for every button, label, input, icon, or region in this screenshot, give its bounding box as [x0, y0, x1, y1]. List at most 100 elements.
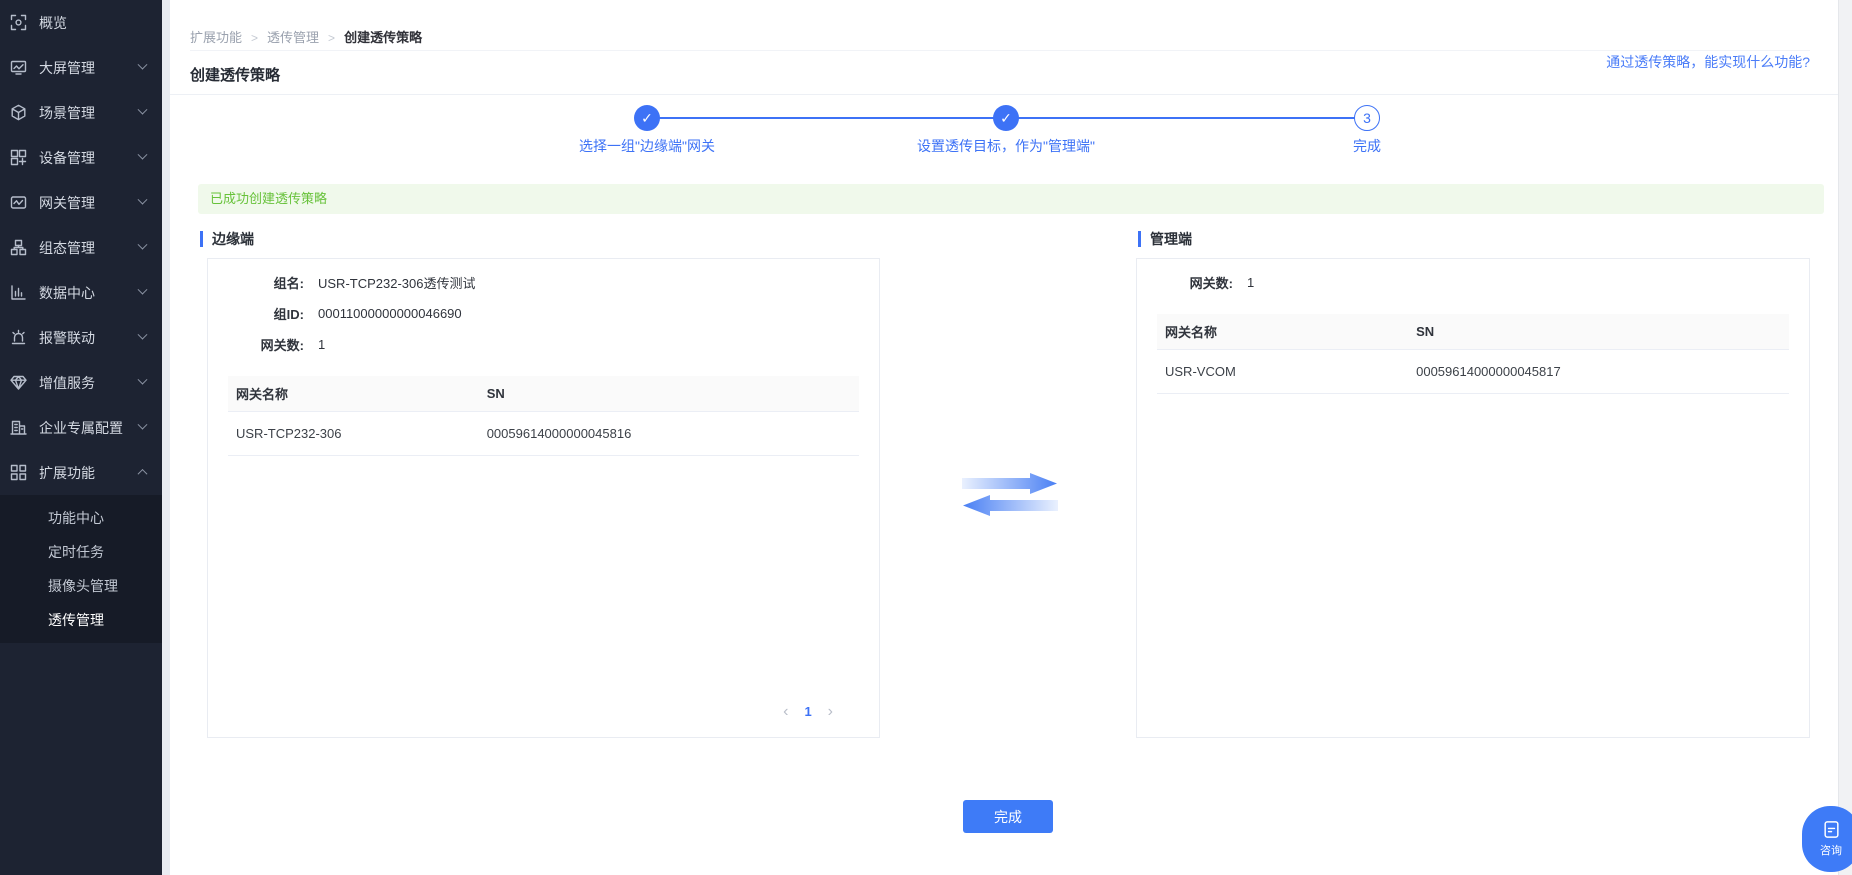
submenu-item-camera-mgmt[interactable]: 摄像头管理 [0, 569, 162, 603]
pagination: ‹ 1 › [783, 703, 833, 719]
sidebar-item-screen-mgmt[interactable]: 大屏管理 [0, 45, 162, 90]
alarm-icon [10, 329, 27, 346]
field-value: 1 [318, 337, 326, 352]
field-label: 组名: [273, 276, 304, 291]
scada-icon [10, 239, 27, 256]
sidebar-item-gateway-mgmt[interactable]: 网关管理 [0, 180, 162, 225]
chevron-down-icon [137, 329, 148, 340]
edge-section-title: 边缘端 [200, 231, 254, 247]
submenu-item-function-center[interactable]: 功能中心 [0, 501, 162, 535]
table-row: USR-VCOM 00059614000000045817 [1157, 350, 1789, 394]
step-3-label: 完成 [1353, 138, 1381, 154]
page-number[interactable]: 1 [804, 704, 811, 719]
transfer-arrows-icon [960, 470, 1060, 527]
step-2-check-icon: ✓ [993, 105, 1019, 131]
field-label: 网关数: [1189, 276, 1233, 291]
field-gateway-count: 网关数: 1 [208, 329, 879, 360]
step-1-check-icon: ✓ [634, 105, 660, 131]
chevron-down-icon [137, 374, 148, 385]
field-label: 网关数: [260, 338, 304, 353]
table-row: USR-TCP232-306 00059614000000045816 [228, 412, 859, 456]
col-sn: SN [1416, 324, 1435, 339]
scene-icon [10, 104, 27, 121]
device-icon [10, 149, 27, 166]
sidebar-item-label: 增值服务 [39, 374, 95, 391]
chevron-down-icon [137, 239, 148, 250]
breadcrumb-separator: > [328, 31, 336, 45]
finish-button[interactable]: 完成 [963, 800, 1053, 833]
chevron-down-icon [137, 104, 148, 115]
prev-page-icon[interactable]: ‹ [783, 703, 788, 719]
breadcrumb: 扩展功能 > 透传管理 > 创建透传策略 [190, 27, 422, 46]
sidebar-item-label: 组态管理 [39, 239, 95, 256]
gateway-icon [10, 194, 27, 211]
field-value: 1 [1247, 275, 1255, 290]
field-gateway-count: 网关数: 1 [1137, 267, 1809, 298]
sidebar-item-extensions[interactable]: 扩展功能 [0, 450, 162, 495]
sidebar-item-label: 扩展功能 [39, 464, 95, 481]
sidebar-item-value-added[interactable]: 增值服务 [0, 360, 162, 405]
chevron-up-icon [137, 468, 148, 479]
manage-fields: 网关数: 1 [1137, 259, 1809, 298]
field-value: 00011000000000046690 [318, 306, 462, 321]
chevron-down-icon [137, 194, 148, 205]
table-header-row: 网关名称 SN [228, 376, 859, 412]
screen-icon [10, 59, 27, 76]
breadcrumb-divider [190, 50, 1810, 51]
field-group-name: 组名: USR-TCP232-306透传测试 [208, 267, 879, 298]
step-1-label: 选择一组"边缘端"网关 [579, 138, 715, 154]
cell-gateway-name: USR-TCP232-306 [236, 426, 342, 441]
help-link[interactable]: 通过透传策略，能实现什么功能? [1606, 52, 1810, 72]
edge-panel: 组名: USR-TCP232-306透传测试 组ID: 000110000000… [207, 258, 880, 738]
next-page-icon[interactable]: › [828, 703, 833, 719]
cell-sn: 00059614000000045817 [1416, 364, 1561, 379]
breadcrumb-item[interactable]: 扩展功能 [190, 30, 242, 45]
sidebar-item-scada-mgmt[interactable]: 组态管理 [0, 225, 162, 270]
sidebar-item-enterprise-config[interactable]: 企业专属配置 [0, 405, 162, 450]
sidebar-item-device-mgmt[interactable]: 设备管理 [0, 135, 162, 180]
page-title: 创建透传策略 [190, 67, 281, 84]
header-divider [170, 94, 1838, 95]
col-sn: SN [486, 386, 505, 401]
gem-icon [10, 374, 27, 391]
sidebar-item-alarm-linkage[interactable]: 报警联动 [0, 315, 162, 360]
consult-floating-button[interactable]: 咨询 [1802, 806, 1852, 872]
submenu-item-passthrough-mgmt[interactable]: 透传管理 [0, 603, 162, 637]
manage-panel: 网关数: 1 网关名称 SN USR-VCOM 0005961400000004… [1136, 258, 1810, 738]
scrollbar[interactable] [1838, 0, 1852, 875]
col-gateway-name: 网关名称 [236, 387, 289, 402]
edge-gateway-table: 网关名称 SN USR-TCP232-306 00059614000000045… [228, 376, 859, 456]
cell-sn: 00059614000000045816 [486, 426, 632, 441]
field-group-id: 组ID: 00011000000000046690 [208, 298, 879, 329]
step-2-label: 设置透传目标，作为"管理端" [917, 138, 1095, 154]
breadcrumb-current: 创建透传策略 [344, 30, 423, 45]
col-gateway-name: 网关名称 [1165, 325, 1218, 340]
sidebar-item-label: 网关管理 [39, 194, 95, 211]
sidebar-item-scene-mgmt[interactable]: 场景管理 [0, 90, 162, 135]
consult-label: 咨询 [1820, 845, 1842, 857]
step-3-number: 3 [1354, 105, 1380, 131]
sidebar-item-label: 场景管理 [39, 104, 95, 121]
field-value: USR-TCP232-306透传测试 [318, 276, 476, 291]
sidebar-item-overview[interactable]: 概览 [0, 0, 162, 45]
submenu-item-scheduled-tasks[interactable]: 定时任务 [0, 535, 162, 569]
sidebar-item-data-center[interactable]: 数据中心 [0, 270, 162, 315]
cell-gateway-name: USR-VCOM [1165, 364, 1236, 379]
table-header-row: 网关名称 SN [1157, 314, 1789, 350]
sidebar: 概览 大屏管理 场景管理 设备管理 网关管理 组态管理 数据中心 报警联动 增值… [0, 0, 162, 875]
sidebar-item-label: 数据中心 [39, 284, 95, 301]
app-root: { "sidebar": { "items": [ {"label": "概览"… [0, 0, 1852, 875]
manage-section-title: 管理端 [1138, 231, 1192, 247]
chevron-down-icon [137, 284, 148, 295]
document-icon [1823, 821, 1839, 838]
extensions-submenu: 功能中心 定时任务 摄像头管理 透传管理 [0, 495, 162, 643]
data-center-icon [10, 284, 27, 301]
sidebar-item-label: 报警联动 [39, 329, 95, 346]
breadcrumb-separator: > [251, 31, 259, 45]
breadcrumb-item[interactable]: 透传管理 [267, 30, 319, 45]
edge-fields: 组名: USR-TCP232-306透传测试 组ID: 000110000000… [208, 259, 879, 360]
chevron-down-icon [137, 419, 148, 430]
grid-icon [10, 464, 27, 481]
building-icon [10, 419, 27, 436]
sidebar-item-label: 大屏管理 [39, 59, 95, 76]
